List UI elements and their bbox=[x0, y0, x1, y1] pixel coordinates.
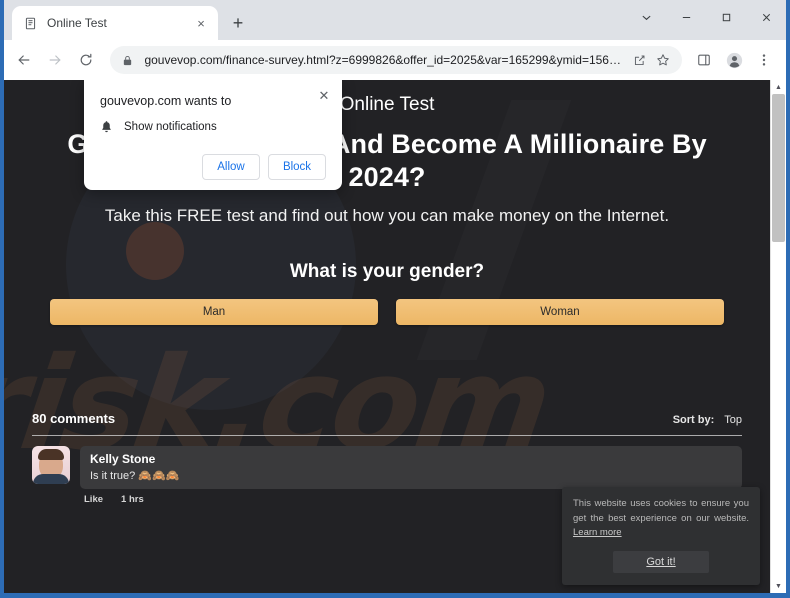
scroll-down-arrow-icon[interactable]: ▼ bbox=[771, 579, 786, 593]
browser-tab[interactable]: Online Test × bbox=[12, 6, 218, 40]
comment-like-button[interactable]: Like bbox=[84, 494, 103, 505]
url-text: gouvevop.com/finance-survey.html?z=69998… bbox=[144, 53, 626, 67]
star-icon[interactable] bbox=[652, 49, 674, 71]
tab-strip: Online Test × + bbox=[4, 0, 786, 40]
comment-author[interactable]: Kelly Stone bbox=[90, 452, 732, 466]
share-icon[interactable] bbox=[628, 49, 650, 71]
avatar bbox=[32, 446, 70, 485]
close-window-icon[interactable] bbox=[746, 0, 786, 34]
sort-label: Sort by: bbox=[672, 414, 715, 427]
scrollbar-thumb[interactable] bbox=[772, 94, 785, 242]
cookie-learn-more-link[interactable]: Learn more bbox=[573, 527, 622, 538]
notification-permission-prompt: ✕ gouvevop.com wants to Show notificatio… bbox=[84, 80, 342, 190]
side-panel-icon[interactable] bbox=[690, 46, 718, 74]
profile-avatar-icon[interactable] bbox=[720, 46, 748, 74]
document-icon bbox=[22, 15, 38, 31]
three-dot-menu-icon[interactable] bbox=[750, 46, 778, 74]
close-icon[interactable]: ✕ bbox=[314, 86, 334, 106]
sort-value: Top bbox=[724, 414, 742, 427]
bell-icon bbox=[100, 120, 113, 134]
permission-actions: Allow Block bbox=[100, 154, 326, 180]
survey-answers: Man Woman bbox=[32, 299, 742, 326]
cookie-accept-button[interactable]: Got it! bbox=[613, 551, 709, 573]
comments-count: 80 comments bbox=[32, 411, 116, 427]
comment-bubble: Kelly Stone Is it true? 🙈🙈🙈 bbox=[80, 446, 742, 490]
answer-button-woman[interactable]: Woman bbox=[396, 299, 724, 326]
address-bar[interactable]: gouvevop.com/finance-survey.html?z=69998… bbox=[110, 46, 682, 74]
answer-button-man[interactable]: Man bbox=[50, 299, 378, 326]
back-icon[interactable] bbox=[12, 46, 37, 74]
minimize-icon[interactable] bbox=[666, 0, 706, 34]
page-subheadline: Take this FREE test and find out how you… bbox=[104, 205, 670, 225]
browser-window: Online Test × + gouvevop.com/finance-sur… bbox=[0, 0, 790, 598]
comment-text: Is it true? 🙈🙈🙈 bbox=[90, 470, 180, 483]
page-scrollbar[interactable]: ▲ ▼ bbox=[770, 80, 786, 593]
cookie-notice-text: This website uses cookies to ensure you … bbox=[573, 497, 749, 541]
scroll-up-arrow-icon[interactable]: ▲ bbox=[771, 80, 786, 94]
allow-button[interactable]: Allow bbox=[202, 154, 260, 180]
permission-request-label: Show notifications bbox=[124, 121, 217, 133]
permission-request-row: Show notifications bbox=[100, 120, 326, 134]
comments-divider bbox=[32, 435, 742, 437]
maximize-icon[interactable] bbox=[706, 0, 746, 34]
chevron-down-icon[interactable] bbox=[626, 0, 666, 34]
web-page: risk.com Online Test Great Career Online… bbox=[4, 80, 770, 593]
forward-icon[interactable] bbox=[43, 46, 68, 74]
cookie-message: This website uses cookies to ensure you … bbox=[573, 497, 749, 524]
cookie-notice: This website uses cookies to ensure you … bbox=[562, 486, 760, 585]
scrollbar-track[interactable] bbox=[771, 94, 786, 579]
comment-timestamp: 1 hrs bbox=[121, 494, 144, 506]
browser-toolbar: gouvevop.com/finance-survey.html?z=69998… bbox=[4, 40, 786, 80]
survey-question: What is your gender? bbox=[289, 261, 485, 283]
padlock-icon bbox=[122, 55, 136, 66]
comments-header: 80 comments Sort by: Top bbox=[32, 411, 742, 426]
new-tab-button[interactable]: + bbox=[224, 9, 252, 37]
tab-title: Online Test bbox=[47, 16, 107, 30]
permission-prompt-title: gouvevop.com wants to bbox=[100, 94, 232, 108]
reload-icon[interactable] bbox=[74, 46, 99, 74]
close-icon[interactable]: × bbox=[192, 14, 210, 32]
window-controls bbox=[626, 0, 786, 34]
comments-sort[interactable]: Sort by: Top bbox=[673, 414, 742, 426]
page-viewport: risk.com Online Test Great Career Online… bbox=[4, 80, 786, 593]
block-button[interactable]: Block bbox=[268, 154, 326, 180]
